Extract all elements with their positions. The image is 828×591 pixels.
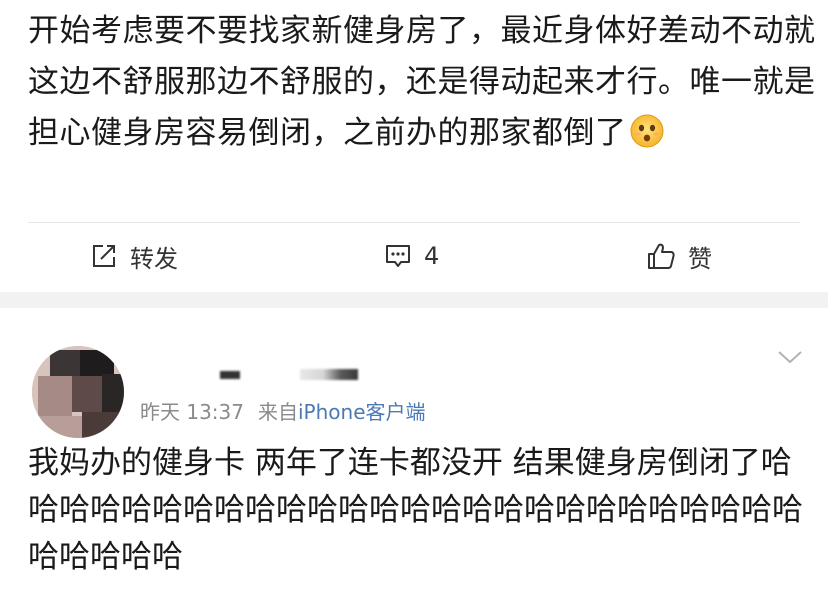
comment-icon [386,245,410,267]
comment-text: 我妈办的健身卡 两年了连卡都没开 结果健身房倒闭了哈哈哈哈哈哈哈哈哈哈哈哈哈哈哈… [28,445,803,575]
source-prefix: 来自 [258,400,298,424]
action-divider [28,222,800,223]
repost-button[interactable]: 转发 [90,236,178,276]
repost-label: 转发 [130,244,178,273]
avatar[interactable] [32,346,124,438]
hushed-face-emoji [630,114,663,148]
post-body: 开始考虑要不要找家新健身房了，最近身体好差动不动就这边不舒服那边不舒服的，还是得… [28,13,816,151]
comment-time: 昨天 13:37 [140,400,244,424]
section-gap [0,292,828,308]
comment-item: 昨天 13:37 来自iPhone客户端 我妈办的健身卡 两年了连卡都没开 结果健… [0,308,828,591]
comment-meta: 昨天 13:37 来自iPhone客户端 [140,396,426,425]
chevron-down-icon[interactable] [776,348,804,366]
post-text: 开始考虑要不要找家新健身房了，最近身体好差动不动就这边不舒服那边不舒服的，还是得… [28,6,818,159]
username-redacted [220,371,240,379]
comment-button[interactable]: 4 [384,236,439,276]
repost-icon [93,245,115,267]
thumbs-up-icon [648,243,675,269]
source-client-link[interactable]: iPhone客户端 [298,400,426,424]
like-label: 赞 [688,244,712,273]
original-post: 开始考虑要不要找家新健身房了，最近身体好差动不动就这边不舒服那边不舒服的，还是得… [0,0,828,292]
username-redacted-2 [300,369,358,380]
weibo-detail-page: 开始考虑要不要找家新健身房了，最近身体好差动不动就这边不舒服那边不舒服的，还是得… [0,0,828,591]
comment-count: 4 [424,242,440,270]
like-button[interactable]: 赞 [646,236,712,276]
